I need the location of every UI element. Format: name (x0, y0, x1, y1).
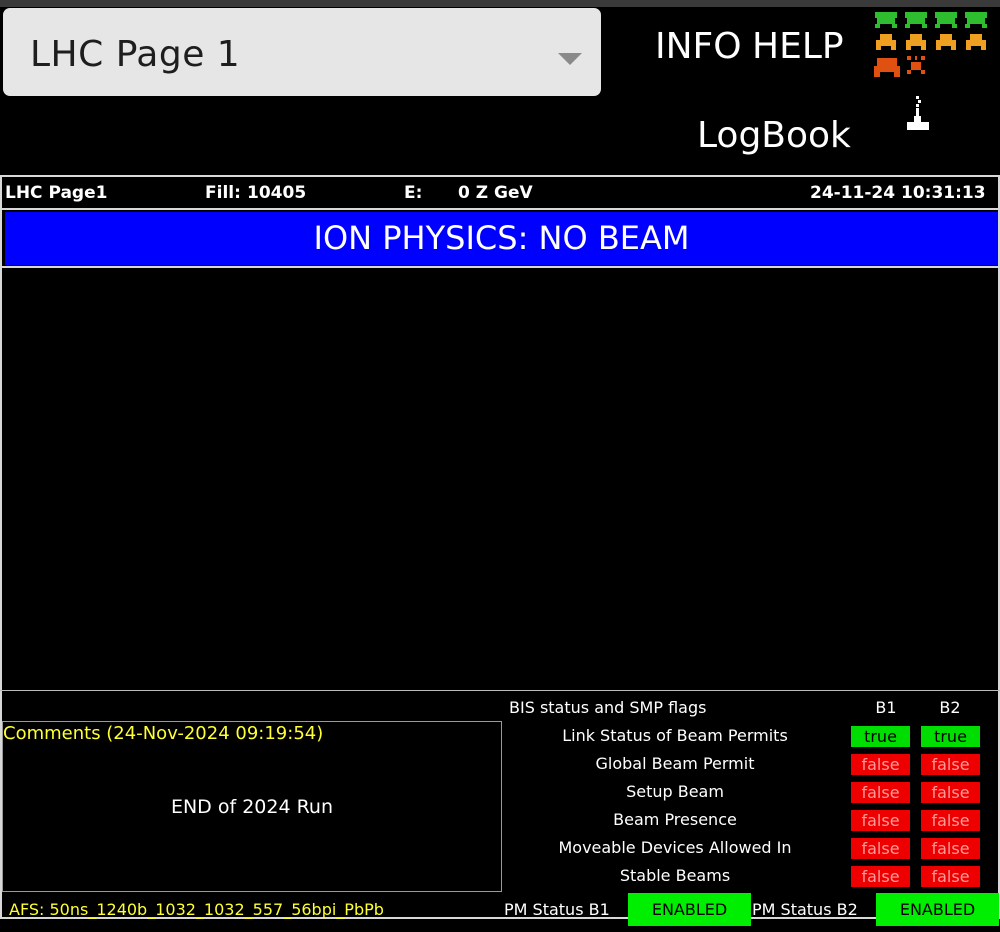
status-banner: ION PHYSICS: NO BEAM (5, 212, 998, 265)
page-selector-value: LHC Page 1 (30, 34, 241, 75)
pm-status-b2-badge: ENABLED (876, 893, 999, 926)
joystick-icon[interactable] (905, 96, 931, 132)
flag-b1: false (851, 754, 910, 775)
flag-label: Stable Beams (619, 866, 731, 885)
energy-label: E: (404, 183, 423, 203)
divider (0, 690, 1000, 691)
comments-title: Comments (24-Nov-2024 09:19:54) (3, 723, 324, 744)
pm-status-b2-label: PM Status B2 (752, 900, 858, 919)
flag-b1: true (851, 726, 910, 747)
column-header-b1: B1 (875, 698, 897, 717)
page-selector-dropdown[interactable]: LHC Page 1 (3, 8, 601, 96)
fill-label: Fill: (205, 183, 241, 203)
flag-b2: false (921, 754, 980, 775)
header-page-name: LHC Page1 (5, 183, 108, 203)
comments-text: END of 2024 Run (170, 796, 334, 818)
fill-value: 10405 (247, 183, 307, 203)
divider (0, 266, 1000, 268)
flag-label: Setup Beam (626, 782, 724, 801)
info-link[interactable]: INFO (655, 26, 742, 67)
pm-status-b1-label: PM Status B1 (504, 900, 610, 919)
flag-b1: false (851, 866, 910, 887)
column-header-b2: B2 (939, 698, 961, 717)
flag-b2: false (921, 782, 980, 803)
flag-b1: false (851, 838, 910, 859)
flag-b2: false (921, 810, 980, 831)
logbook-link[interactable]: LogBook (697, 115, 851, 156)
flag-b2: false (921, 866, 980, 887)
divider (0, 208, 1000, 210)
flag-b1: false (851, 782, 910, 803)
flag-b2: true (921, 726, 980, 747)
flag-label: Link Status of Beam Permits (562, 726, 788, 745)
help-link[interactable]: HELP (752, 26, 844, 67)
energy-value: 0 Z GeV (458, 183, 533, 203)
window-top-bar (0, 0, 1000, 7)
header-datetime: 24-11-24 10:31:13 (810, 183, 986, 203)
flag-label: Global Beam Permit (595, 754, 755, 773)
bis-title: BIS status and SMP flags (509, 698, 707, 717)
flag-b1: false (851, 810, 910, 831)
flag-b2: false (921, 838, 980, 859)
space-invaders-icon[interactable] (873, 10, 991, 80)
flag-label: Moveable Devices Allowed In (558, 838, 792, 857)
flag-label: Beam Presence (613, 810, 737, 829)
chevron-down-icon[interactable] (558, 53, 582, 65)
pm-status-b1-badge: ENABLED (628, 893, 751, 926)
afs-filling-scheme: AFS: 50ns_1240b_1032_1032_557_56bpi_PbPb (9, 900, 384, 919)
